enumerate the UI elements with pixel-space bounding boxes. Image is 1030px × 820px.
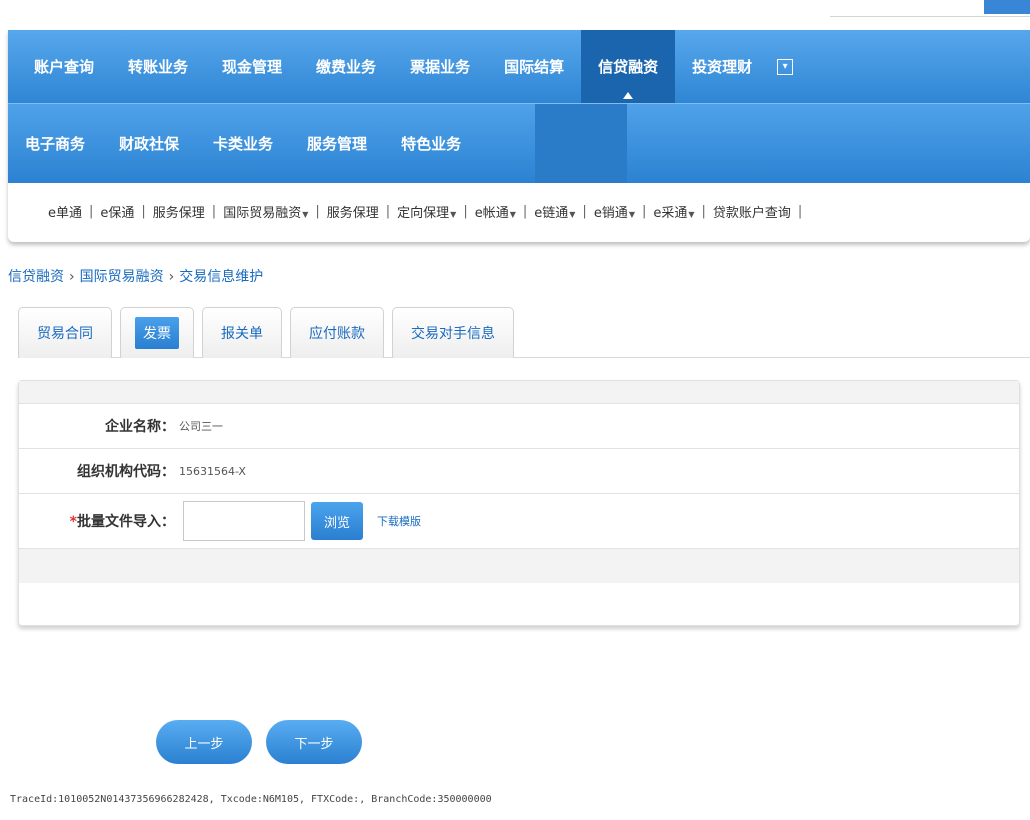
prev-step-button[interactable]: 上一步 bbox=[156, 720, 252, 764]
file-import-row: *批量文件导入： 浏览 下载模版 bbox=[19, 494, 1019, 549]
subnav-separator: | bbox=[582, 203, 587, 219]
nav-item[interactable]: 现金管理 bbox=[205, 30, 299, 103]
tab-bar: 贸易合同 发票 报关单 应付账款 交易对手信息 bbox=[18, 306, 522, 358]
breadcrumb: 信贷融资 › 国际贸易融资 › 交易信息维护 bbox=[8, 266, 263, 286]
file-path-input[interactable] bbox=[183, 501, 305, 541]
subnav-item-label: 服务保理 bbox=[152, 205, 205, 221]
file-import-label: *批量文件导入： bbox=[19, 511, 175, 531]
subnav-item-label: 定向保理 bbox=[397, 205, 450, 221]
dropdown-arrow-icon: ▼ bbox=[628, 209, 635, 219]
subnav-separator: | bbox=[463, 203, 468, 219]
dropdown-arrow-icon: ▼ bbox=[509, 209, 516, 219]
subnav-item-label: e保通 bbox=[100, 205, 135, 221]
nav-item[interactable]: 特色业务 bbox=[384, 104, 478, 183]
subnav-separator: | bbox=[89, 203, 94, 219]
secondary-nav: 电子商务 财政社保 卡类业务 服务管理 特色业务 bbox=[8, 103, 1030, 183]
required-mark: * bbox=[69, 514, 77, 530]
subnav-item[interactable]: 服务保理 bbox=[327, 202, 379, 221]
subnav-item-label: e采通 bbox=[653, 205, 688, 221]
subnav-item[interactable]: 服务保理 bbox=[153, 202, 205, 221]
dropdown-arrow-icon: ▼ bbox=[450, 209, 457, 219]
breadcrumb-separator: › bbox=[69, 269, 75, 285]
browse-button[interactable]: 浏览 bbox=[311, 502, 363, 540]
subnav-item[interactable]: e销通▼ bbox=[594, 202, 635, 221]
expand-nav-icon[interactable]: ▾ bbox=[777, 58, 794, 75]
form-panel: 企业名称： 公司三一 组织机构代码： 15631564-X *批量文件导入： 浏… bbox=[18, 380, 1020, 626]
tab[interactable]: 应付账款 bbox=[290, 307, 384, 358]
trace-info: TraceId:1010052N01437356966282428, Txcod… bbox=[10, 794, 492, 805]
org-code-label: 组织机构代码： bbox=[77, 464, 175, 480]
subnav-item[interactable]: 贷款账户查询 bbox=[713, 202, 791, 221]
subnav-separator: | bbox=[701, 203, 706, 219]
subnav-item[interactable]: e单通 bbox=[48, 202, 82, 221]
nav-item-label: 信贷融资 bbox=[598, 58, 659, 76]
primary-nav: 账户查询 转账业务 现金管理 缴费业务 票据业务 国际结算 信贷融资 投资理财 ▾ bbox=[8, 30, 1030, 103]
secondary-nav-active-column bbox=[535, 104, 627, 183]
nav-item[interactable]: 财政社保 bbox=[102, 104, 196, 183]
download-template-link[interactable]: 下载模版 bbox=[377, 513, 421, 529]
subnav-item-label: 国际贸易融资 bbox=[223, 205, 302, 221]
top-search-bar[interactable] bbox=[830, 0, 1030, 17]
subnav-item[interactable]: 国际贸易融资▼ bbox=[223, 202, 308, 221]
org-code-value: 15631564-X bbox=[179, 464, 246, 478]
next-step-button[interactable]: 下一步 bbox=[266, 720, 362, 764]
tab[interactable]: 交易对手信息 bbox=[392, 307, 514, 358]
subnav-item[interactable]: 定向保理▼ bbox=[397, 202, 456, 221]
tab[interactable]: 报关单 bbox=[202, 307, 282, 358]
nav-item[interactable]: 国际结算 bbox=[487, 30, 581, 103]
active-caret-icon bbox=[623, 92, 634, 99]
file-import-label-text: 批量文件导入： bbox=[77, 514, 175, 530]
subnav-item[interactable]: e保通 bbox=[100, 202, 134, 221]
subnav-item-label: e单通 bbox=[48, 205, 82, 221]
subnav-separator: | bbox=[141, 203, 146, 219]
nav-item[interactable]: 缴费业务 bbox=[299, 30, 393, 103]
nav-item[interactable]: 信贷融资 bbox=[581, 30, 676, 103]
tab-label: 贸易合同 bbox=[37, 326, 93, 342]
dropdown-arrow-icon: ▼ bbox=[302, 209, 309, 219]
top-search-button[interactable] bbox=[984, 0, 1030, 14]
subnav-item-label: 贷款账户查询 bbox=[712, 205, 791, 221]
tab-label: 交易对手信息 bbox=[411, 326, 495, 342]
nav-item[interactable]: 电子商务 bbox=[8, 104, 102, 183]
subnav-item-label: e销通 bbox=[593, 205, 628, 221]
subnav-separator: | bbox=[385, 203, 391, 219]
dropdown-arrow-icon: ▼ bbox=[569, 209, 576, 219]
org-code-row: 组织机构代码： 15631564-X bbox=[19, 449, 1019, 494]
company-label: 企业名称： bbox=[105, 419, 175, 435]
subnav-separator: | bbox=[641, 203, 647, 219]
panel-footer bbox=[19, 549, 1019, 583]
tab[interactable]: 贸易合同 bbox=[18, 307, 112, 358]
panel-header bbox=[19, 381, 1019, 404]
nav-item[interactable]: 服务管理 bbox=[290, 104, 384, 183]
nav-item[interactable]: 投资理财 bbox=[675, 30, 769, 103]
breadcrumb-item[interactable]: 国际贸易融资 bbox=[80, 269, 164, 285]
sub-nav: e单通 | e保通 | 服务保理 | 国际贸易融资▼ | 服务保理 | 定向保理▼ | e帐通▼ | e链通… bbox=[8, 182, 1030, 240]
subnav-separator: | bbox=[315, 203, 320, 219]
breadcrumb-item[interactable]: 信贷融资 bbox=[8, 269, 64, 285]
company-value: 公司三一 bbox=[179, 420, 223, 433]
tab[interactable]: 发票 bbox=[120, 307, 194, 358]
tab-label: 报关单 bbox=[221, 326, 263, 342]
dropdown-arrow-icon: ▼ bbox=[688, 209, 695, 219]
navigation-panel: 账户查询 转账业务 现金管理 缴费业务 票据业务 国际结算 信贷融资 投资理财 ▾ 电子商务 财政… bbox=[8, 30, 1030, 242]
nav-item[interactable]: 卡类业务 bbox=[196, 104, 290, 183]
subnav-item-label: e帐通 bbox=[474, 205, 509, 221]
subnav-item[interactable]: e帐通▼ bbox=[475, 202, 516, 221]
tab-label: 应付账款 bbox=[309, 326, 365, 342]
breadcrumb-separator: › bbox=[168, 269, 175, 285]
subnav-item[interactable]: e链通▼ bbox=[534, 202, 575, 221]
subnav-item-label: e链通 bbox=[534, 205, 569, 221]
nav-item[interactable]: 账户查询 bbox=[8, 30, 111, 103]
subnav-item-label: 服务保理 bbox=[326, 205, 379, 221]
subnav-separator: | bbox=[522, 203, 528, 219]
breadcrumb-item: 交易信息维护 bbox=[179, 269, 264, 285]
tab-label: 发票 bbox=[135, 317, 179, 349]
nav-item[interactable]: 票据业务 bbox=[393, 30, 487, 103]
company-row: 企业名称： 公司三一 bbox=[19, 404, 1019, 449]
nav-item[interactable]: 转账业务 bbox=[111, 30, 205, 103]
subnav-separator: | bbox=[211, 203, 217, 219]
subnav-item[interactable]: e采通▼ bbox=[653, 202, 694, 221]
subnav-separator: | bbox=[797, 203, 803, 219]
